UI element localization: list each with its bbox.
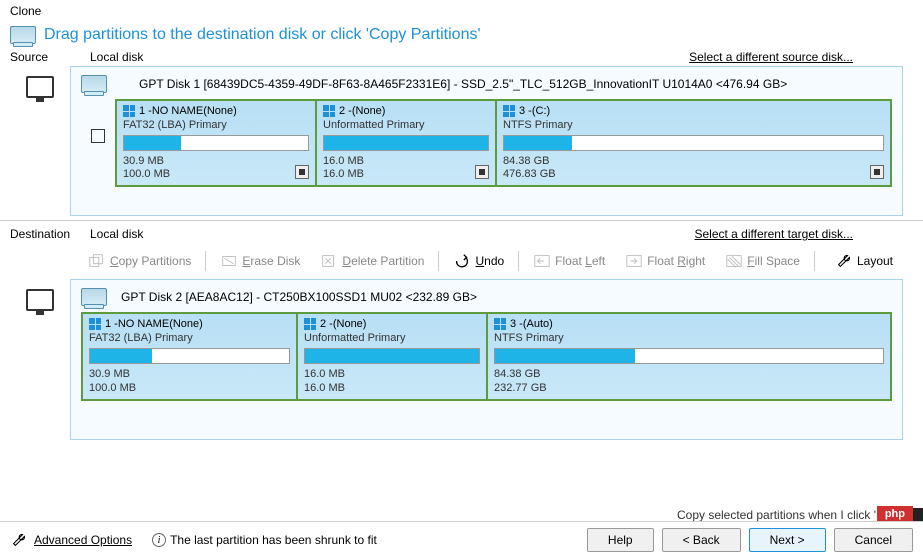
disk-icon bbox=[81, 288, 107, 306]
source-label: Source bbox=[10, 50, 60, 64]
stop-icon[interactable] bbox=[295, 165, 309, 179]
partition-fs: FAT32 (LBA) Primary bbox=[89, 332, 290, 344]
cancel-button[interactable]: Cancel bbox=[834, 528, 913, 552]
delete-partition-button[interactable]: Delete Partition bbox=[312, 249, 432, 273]
partition-sizes: 30.9 MB100.0 MB bbox=[89, 368, 290, 394]
windows-icon bbox=[89, 318, 101, 330]
advanced-options-link[interactable]: Advanced Options bbox=[10, 531, 132, 549]
partition-usage-bar bbox=[503, 135, 884, 151]
source-partition-1[interactable]: 1 - NO NAME (None) FAT32 (LBA) Primary 3… bbox=[117, 101, 317, 185]
float-right-button[interactable]: Float Right bbox=[617, 249, 713, 273]
float-right-icon bbox=[625, 253, 643, 269]
partition-sizes: 84.38 GB476.83 GB bbox=[503, 155, 884, 181]
source-partition-2[interactable]: 2 - (None) Unformatted Primary 16.0 MB16… bbox=[317, 101, 497, 185]
source-partition-3[interactable]: 3 - (C:) NTFS Primary 84.38 GB476.83 GB bbox=[497, 101, 890, 185]
monitor-icon bbox=[26, 289, 54, 311]
float-left-icon bbox=[533, 253, 551, 269]
partition-usage-bar bbox=[123, 135, 309, 151]
wrench-icon bbox=[835, 252, 853, 270]
delete-icon bbox=[320, 253, 338, 269]
partition-usage-bar bbox=[304, 348, 480, 364]
source-disk-title: GPT Disk 1 [68439DC5-4359-49DF-8F63-8A46… bbox=[139, 77, 787, 91]
window-title: Clone bbox=[0, 0, 923, 22]
partition-sizes: 16.0 MB16.0 MB bbox=[304, 368, 480, 394]
destination-label: Destination bbox=[10, 227, 60, 241]
partition-sizes: 30.9 MB100.0 MB bbox=[123, 155, 309, 181]
footer: Advanced Options i The last partition ha… bbox=[0, 521, 923, 558]
next-button[interactable]: Next > bbox=[749, 528, 826, 552]
partition-usage-bar bbox=[494, 348, 884, 364]
destination-disk-panel: GPT Disk 2 [AEA8AC12] - CT250BX100SSD1 M… bbox=[70, 279, 903, 439]
windows-icon bbox=[503, 105, 515, 117]
partition-fs: NTFS Primary bbox=[494, 332, 884, 344]
partition-fs: Unformatted Primary bbox=[323, 119, 489, 131]
disk-icon bbox=[10, 26, 36, 44]
monitor-icon bbox=[26, 76, 54, 98]
copy-icon bbox=[88, 253, 106, 269]
partition-fs: FAT32 (LBA) Primary bbox=[123, 119, 309, 131]
destination-partition-2[interactable]: 2 - (None) Unformatted Primary 16.0 MB16… bbox=[298, 314, 488, 398]
destination-type: Local disk bbox=[90, 227, 143, 241]
source-disk-panel: GPT Disk 1 [68439DC5-4359-49DF-8F63-8A46… bbox=[70, 66, 903, 216]
fill-space-button[interactable]: Fill Space bbox=[717, 249, 808, 273]
disk-icon bbox=[81, 75, 107, 93]
source-type: Local disk bbox=[90, 50, 143, 64]
back-button[interactable]: < Back bbox=[662, 528, 741, 552]
undo-icon bbox=[453, 253, 471, 269]
partition-fs: Unformatted Primary bbox=[304, 332, 480, 344]
windows-icon bbox=[123, 105, 135, 117]
copy-note: Copy selected partitions when I click 'N… bbox=[677, 508, 903, 522]
partition-usage-bar bbox=[323, 135, 489, 151]
windows-icon bbox=[323, 105, 335, 117]
help-button[interactable]: Help bbox=[587, 528, 654, 552]
erase-disk-button[interactable]: Erase Disk bbox=[212, 249, 308, 273]
select-target-link[interactable]: Select a different target disk... bbox=[694, 227, 853, 241]
status-text: i The last partition has been shrunk to … bbox=[152, 533, 377, 547]
fill-space-icon bbox=[725, 253, 743, 269]
wrench-icon bbox=[10, 531, 28, 549]
windows-icon bbox=[304, 318, 316, 330]
partition-sizes: 16.0 MB16.0 MB bbox=[323, 155, 489, 181]
copy-partitions-button[interactable]: Copy Partitions bbox=[80, 249, 199, 273]
partition-usage-bar bbox=[89, 348, 290, 364]
destination-partition-1[interactable]: 1 - NO NAME (None) FAT32 (LBA) Primary 3… bbox=[83, 314, 298, 398]
php-badge: php bbox=[877, 506, 913, 522]
partition-fs: NTFS Primary bbox=[503, 119, 884, 131]
undo-button[interactable]: Undo bbox=[445, 249, 512, 273]
source-select-checkbox[interactable] bbox=[91, 129, 105, 143]
destination-partition-3[interactable]: 3 - (Auto) NTFS Primary 84.38 GB232.77 G… bbox=[488, 314, 890, 398]
stop-icon[interactable] bbox=[475, 165, 489, 179]
info-icon: i bbox=[152, 533, 166, 547]
destination-disk-title: GPT Disk 2 [AEA8AC12] - CT250BX100SSD1 M… bbox=[121, 290, 477, 304]
layout-button[interactable]: Layout bbox=[835, 252, 893, 270]
instruction-text[interactable]: Drag partitions to the destination disk … bbox=[44, 26, 481, 44]
float-left-button[interactable]: Float Left bbox=[525, 249, 613, 273]
windows-icon bbox=[494, 318, 506, 330]
toolbar: Copy Partitions Erase Disk Delete Partit… bbox=[0, 243, 923, 279]
partition-sizes: 84.38 GB232.77 GB bbox=[494, 368, 884, 394]
stop-icon[interactable] bbox=[870, 165, 884, 179]
select-source-link[interactable]: Select a different source disk... bbox=[689, 50, 853, 64]
erase-icon bbox=[220, 253, 238, 269]
